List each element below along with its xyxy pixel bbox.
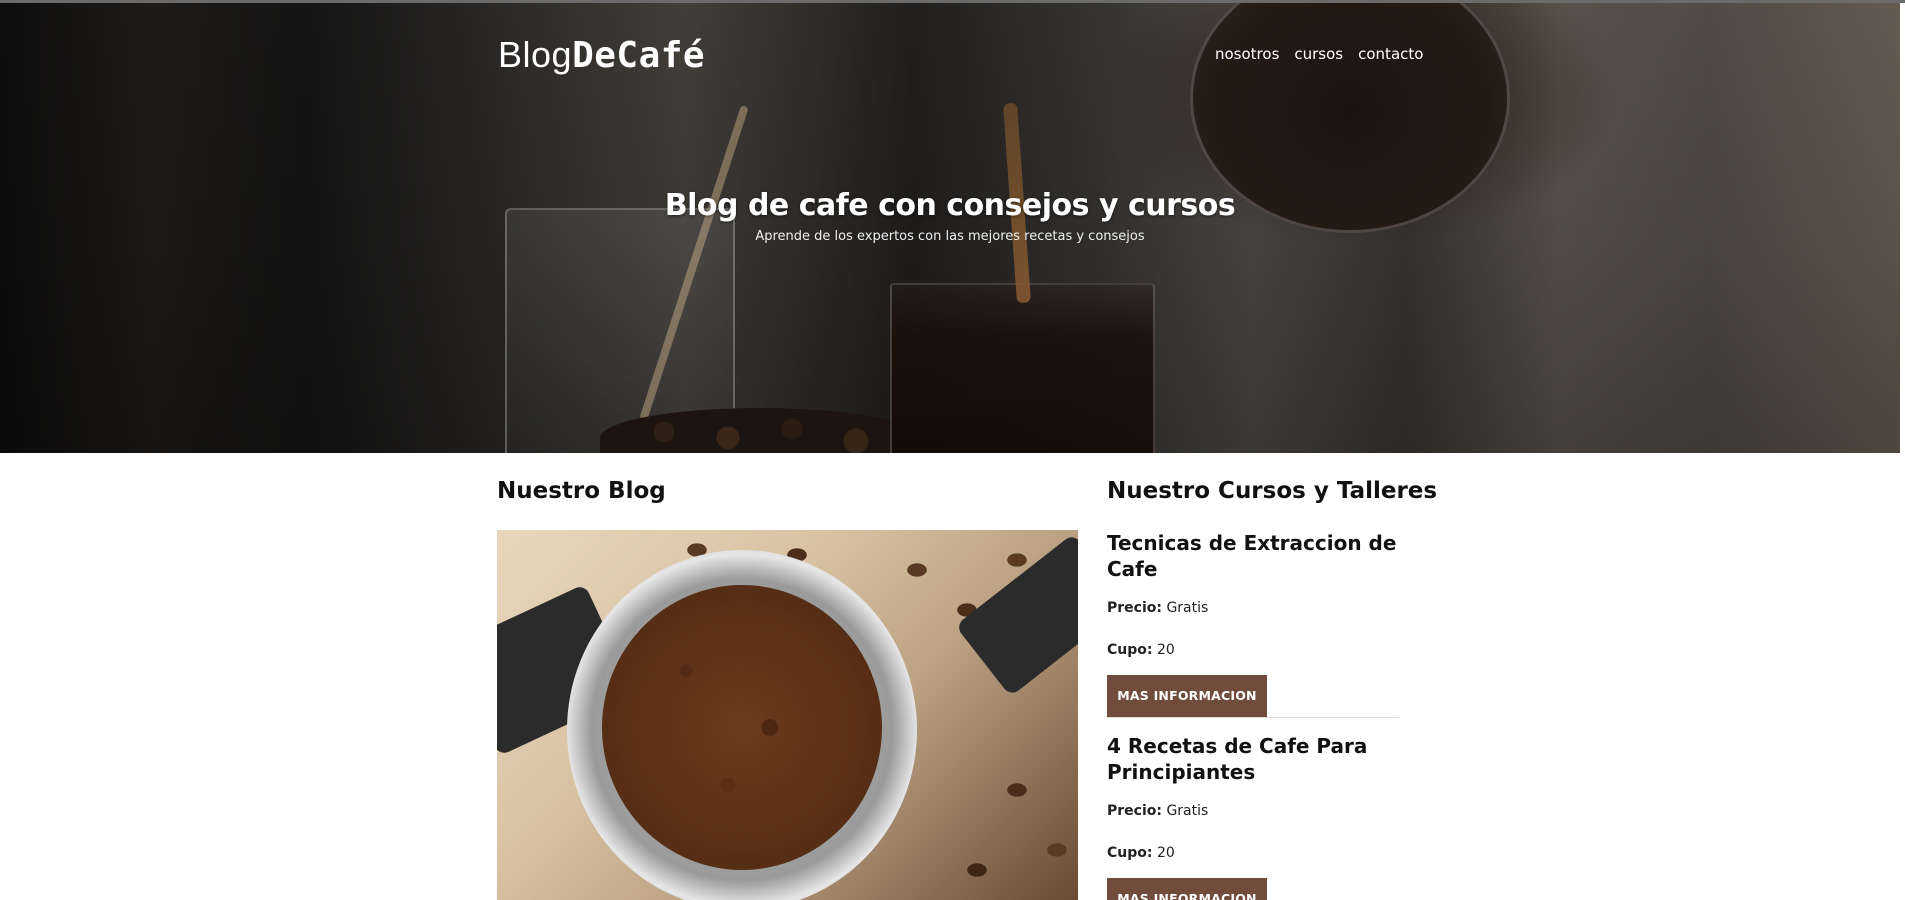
course-title: Tecnicas de Extraccion de Cafe (1107, 531, 1397, 581)
hero-header (0, 3, 1900, 453)
hero-subtitle: Aprende de los expertos con las mejores … (755, 229, 1145, 244)
site-logo[interactable]: BlogDeCafé (498, 34, 705, 76)
course-price-value: Gratis (1166, 600, 1209, 616)
course-capacity: Cupo: 20 (1107, 845, 1399, 861)
logo-text-bold: DeCafé (572, 35, 706, 76)
hero-title: Blog de cafe con consejos y cursos (664, 188, 1236, 223)
blog-section-title: Nuestro Blog (497, 478, 666, 504)
course-capacity-label: Cupo: (1107, 845, 1153, 861)
course-capacity-label: Cupo: (1107, 642, 1153, 658)
course-capacity: Cupo: 20 (1107, 642, 1399, 658)
course-item: Tecnicas de Extraccion de Cafe Precio: G… (1107, 530, 1399, 717)
main-navigation: nosotros cursos contacto (1215, 45, 1423, 63)
course-price: Precio: Gratis (1107, 600, 1399, 616)
more-info-button[interactable]: MAS INFORMACION (1107, 675, 1267, 717)
nav-link-contacto[interactable]: contacto (1358, 45, 1423, 63)
nav-link-nosotros[interactable]: nosotros (1215, 45, 1279, 63)
coffee-grounds-decoration (602, 585, 882, 870)
course-price-value: Gratis (1166, 803, 1209, 819)
nav-link-cursos[interactable]: cursos (1294, 45, 1343, 63)
courses-section-title: Nuestro Cursos y Talleres (1107, 478, 1438, 504)
blog-entry-image[interactable] (497, 530, 1078, 900)
more-info-button[interactable]: MAS INFORMACION (1107, 878, 1267, 900)
course-price-label: Precio: (1107, 803, 1162, 819)
course-price: Precio: Gratis (1107, 803, 1399, 819)
course-title: 4 Recetas de Cafe Para Principiantes (1107, 734, 1368, 784)
course-capacity-value: 20 (1156, 642, 1175, 658)
course-divider (1107, 717, 1399, 718)
hero-coffee-glass-decoration (890, 283, 1155, 453)
course-capacity-value: 20 (1156, 845, 1175, 861)
course-item: 4 Recetas de Cafe Para Principiantes Pre… (1107, 733, 1399, 900)
logo-text-light: Blog (498, 34, 573, 75)
course-price-label: Precio: (1107, 600, 1162, 616)
